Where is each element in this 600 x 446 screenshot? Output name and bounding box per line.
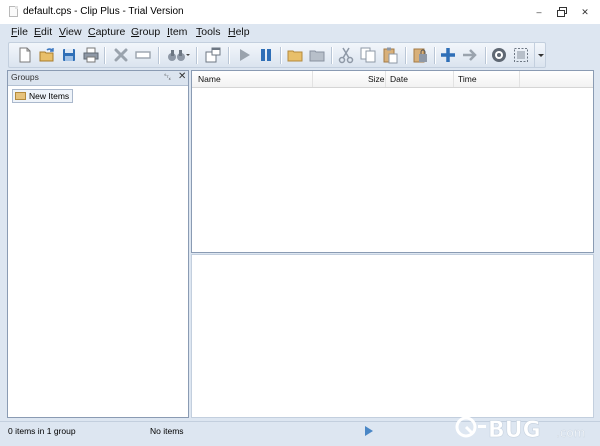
new-file-icon[interactable] [16,46,34,64]
column-time[interactable]: Time [458,74,477,84]
groups-panel: Groups ␂ ✕ New Items [7,70,189,418]
item-list-header: Name Size Date Time [192,71,593,88]
close-icon[interactable]: ✕ [577,5,593,19]
folder-open-icon[interactable] [286,46,304,64]
folder-icon [15,92,26,100]
toolbar [8,42,546,68]
menu-bar: File Edit View Capture Group Item Tools … [0,24,600,41]
menu-tools[interactable]: Tools [196,25,221,40]
menu-file[interactable]: File [11,25,28,40]
toolbar-separator [280,47,281,64]
svg-text:BUG: BUG [488,418,541,443]
menu-edit[interactable]: Edit [34,25,52,40]
column-size[interactable]: Size [368,74,385,84]
group-item-label: New Items [29,91,70,101]
paste-icon[interactable] [381,46,399,64]
forward-arrow-icon[interactable] [461,46,479,64]
menu-group[interactable]: Group [131,25,160,40]
toolbar-separator [158,47,159,64]
menu-view[interactable]: View [59,25,82,40]
column-name[interactable]: Name [198,74,221,84]
toolbar-separator [405,47,406,64]
groups-panel-title: Groups [11,72,39,82]
column-divider[interactable] [385,71,386,87]
settings-icon[interactable] [490,46,508,64]
watermark-logo: BUG .com [452,403,598,443]
pause-icon[interactable] [257,46,275,64]
svg-text:.com: .com [556,426,585,440]
toolbar-separator [196,47,197,64]
menu-capture[interactable]: Capture [88,25,125,40]
window-title: default.cps - Clip Plus - Trial Version [23,6,184,17]
minimize-icon[interactable]: – [531,5,547,19]
save-icon[interactable] [60,46,78,64]
capture-window-icon[interactable] [204,46,222,64]
delete-icon[interactable] [112,46,130,64]
column-date[interactable]: Date [390,74,408,84]
app-document-icon [9,6,18,17]
toolbar-separator [485,47,486,64]
status-items-count: 0 items in 1 group [8,426,76,436]
menu-help[interactable]: Help [228,25,250,40]
toolbar-separator [434,47,435,64]
pin-icon[interactable]: ␂ [164,72,171,83]
cut-icon[interactable] [337,46,355,64]
item-list: Name Size Date Time [191,70,594,253]
binoculars-icon[interactable] [166,46,190,64]
title-bar: default.cps - Clip Plus - Trial Version … [0,0,600,24]
toolbar-more-icon[interactable] [534,43,547,67]
preview-pane [191,254,594,418]
column-divider[interactable] [519,71,520,87]
column-divider[interactable] [453,71,454,87]
toolbar-separator [104,47,105,64]
status-selection: No items [150,426,184,436]
toolbar-separator [331,47,332,64]
lock-icon[interactable] [411,46,429,64]
groups-panel-header: Groups ␂ ✕ [8,71,188,86]
print-icon[interactable] [82,46,100,64]
group-item-new-items[interactable]: New Items [12,89,74,103]
column-divider[interactable] [312,71,313,87]
folder-icon[interactable] [308,46,326,64]
open-icon[interactable] [38,46,56,64]
copy-icon[interactable] [359,46,377,64]
play-icon[interactable] [235,46,253,64]
close-panel-icon[interactable]: ✕ [178,71,186,82]
restore-icon[interactable] [554,5,570,19]
rename-icon[interactable] [134,46,152,64]
select-region-icon[interactable] [512,46,530,64]
status-play-icon[interactable] [365,426,373,436]
toolbar-separator [228,47,229,64]
menu-item[interactable]: Item [167,25,187,40]
add-icon[interactable] [439,46,457,64]
